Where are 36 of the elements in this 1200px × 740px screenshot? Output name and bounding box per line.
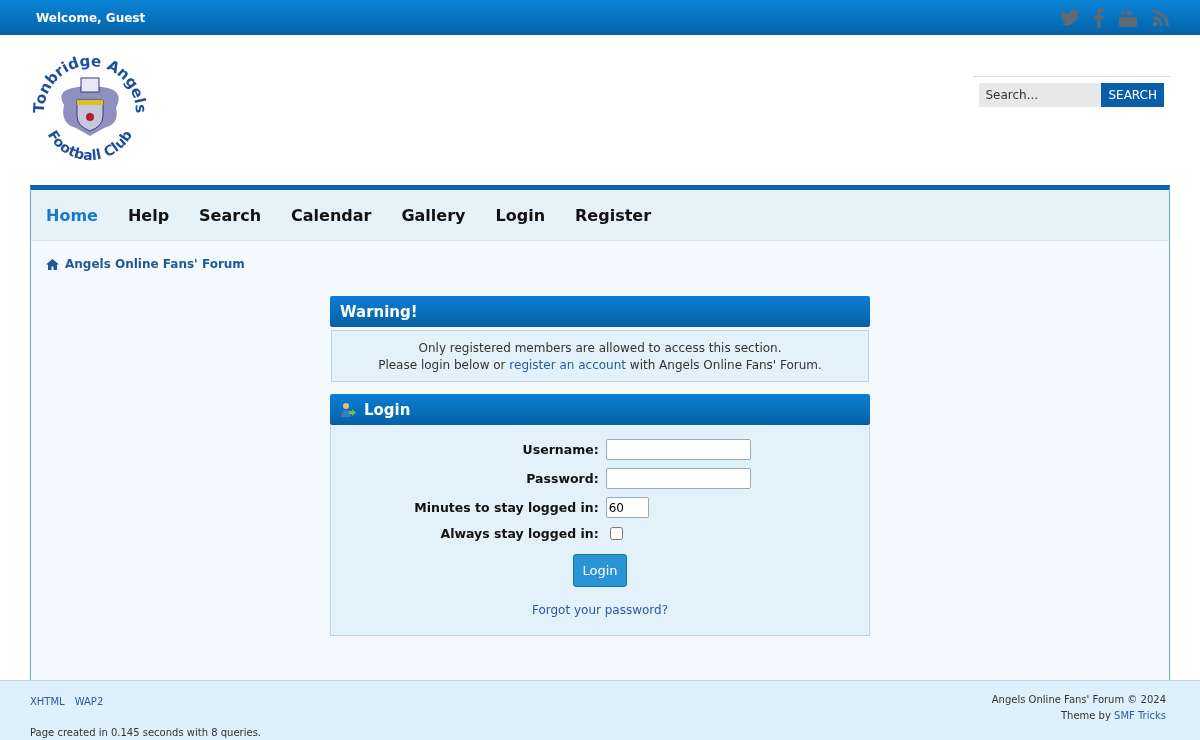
password-field[interactable] [605, 468, 751, 489]
nav-tab[interactable]: Calendar [291, 205, 372, 225]
stay-logged-in-checkbox[interactable] [609, 527, 623, 540]
welcome-text: Welcome, Guest [36, 10, 146, 25]
nav-tab[interactable]: Help [127, 205, 170, 225]
search-button[interactable]: SEARCH [1101, 82, 1164, 107]
nav-tab[interactable]: Login [495, 205, 546, 225]
warning-header: Warning! [330, 296, 870, 327]
minutes-field[interactable]: 60 [605, 497, 649, 518]
nav-tab[interactable]: Home [46, 205, 98, 225]
register-link[interactable]: register an account [509, 358, 627, 372]
field-label: Minutes to stay logged in: [414, 500, 599, 515]
warning-text: Only registered members are allowed to access this section. [417, 340, 783, 357]
login-title: Login [364, 400, 411, 419]
footer-link[interactable]: WAP2 [74, 696, 104, 707]
home-icon[interactable] [46, 258, 59, 270]
user-login-icon [340, 401, 356, 418]
twitter-icon[interactable] [1060, 9, 1080, 26]
page-stats-text: Page created in 0.145 seconds with 8 queries. [30, 727, 261, 738]
forgot-password-link[interactable]: Forgot your password? [531, 603, 669, 617]
breadcrumb-link[interactable]: Angels Online Fans' Forum [65, 257, 245, 271]
field-label: Username: [521, 442, 599, 457]
nav-tab[interactable]: Search [199, 205, 262, 225]
field-label: Password: [525, 471, 599, 486]
nav-tab[interactable]: Gallery [401, 205, 466, 225]
theme-link[interactable]: SMF Tricks [1114, 710, 1166, 721]
footer-link[interactable]: XHTML [30, 696, 65, 707]
field-label: Always stay logged in: [439, 526, 599, 541]
theme-credit-text: Theme by SMF Tricks [1060, 710, 1166, 721]
username-field[interactable] [605, 439, 751, 460]
facebook-icon[interactable] [1094, 7, 1104, 28]
nav-tab[interactable]: Register [575, 205, 652, 225]
rss-icon[interactable] [1152, 8, 1170, 27]
warning-text: Please login below or register an account with Angels Online Fans' Forum. [377, 357, 823, 374]
copyright-text: Angels Online Fans' Forum © 2024 [991, 694, 1166, 705]
search-field[interactable]: Search... [979, 82, 1102, 107]
